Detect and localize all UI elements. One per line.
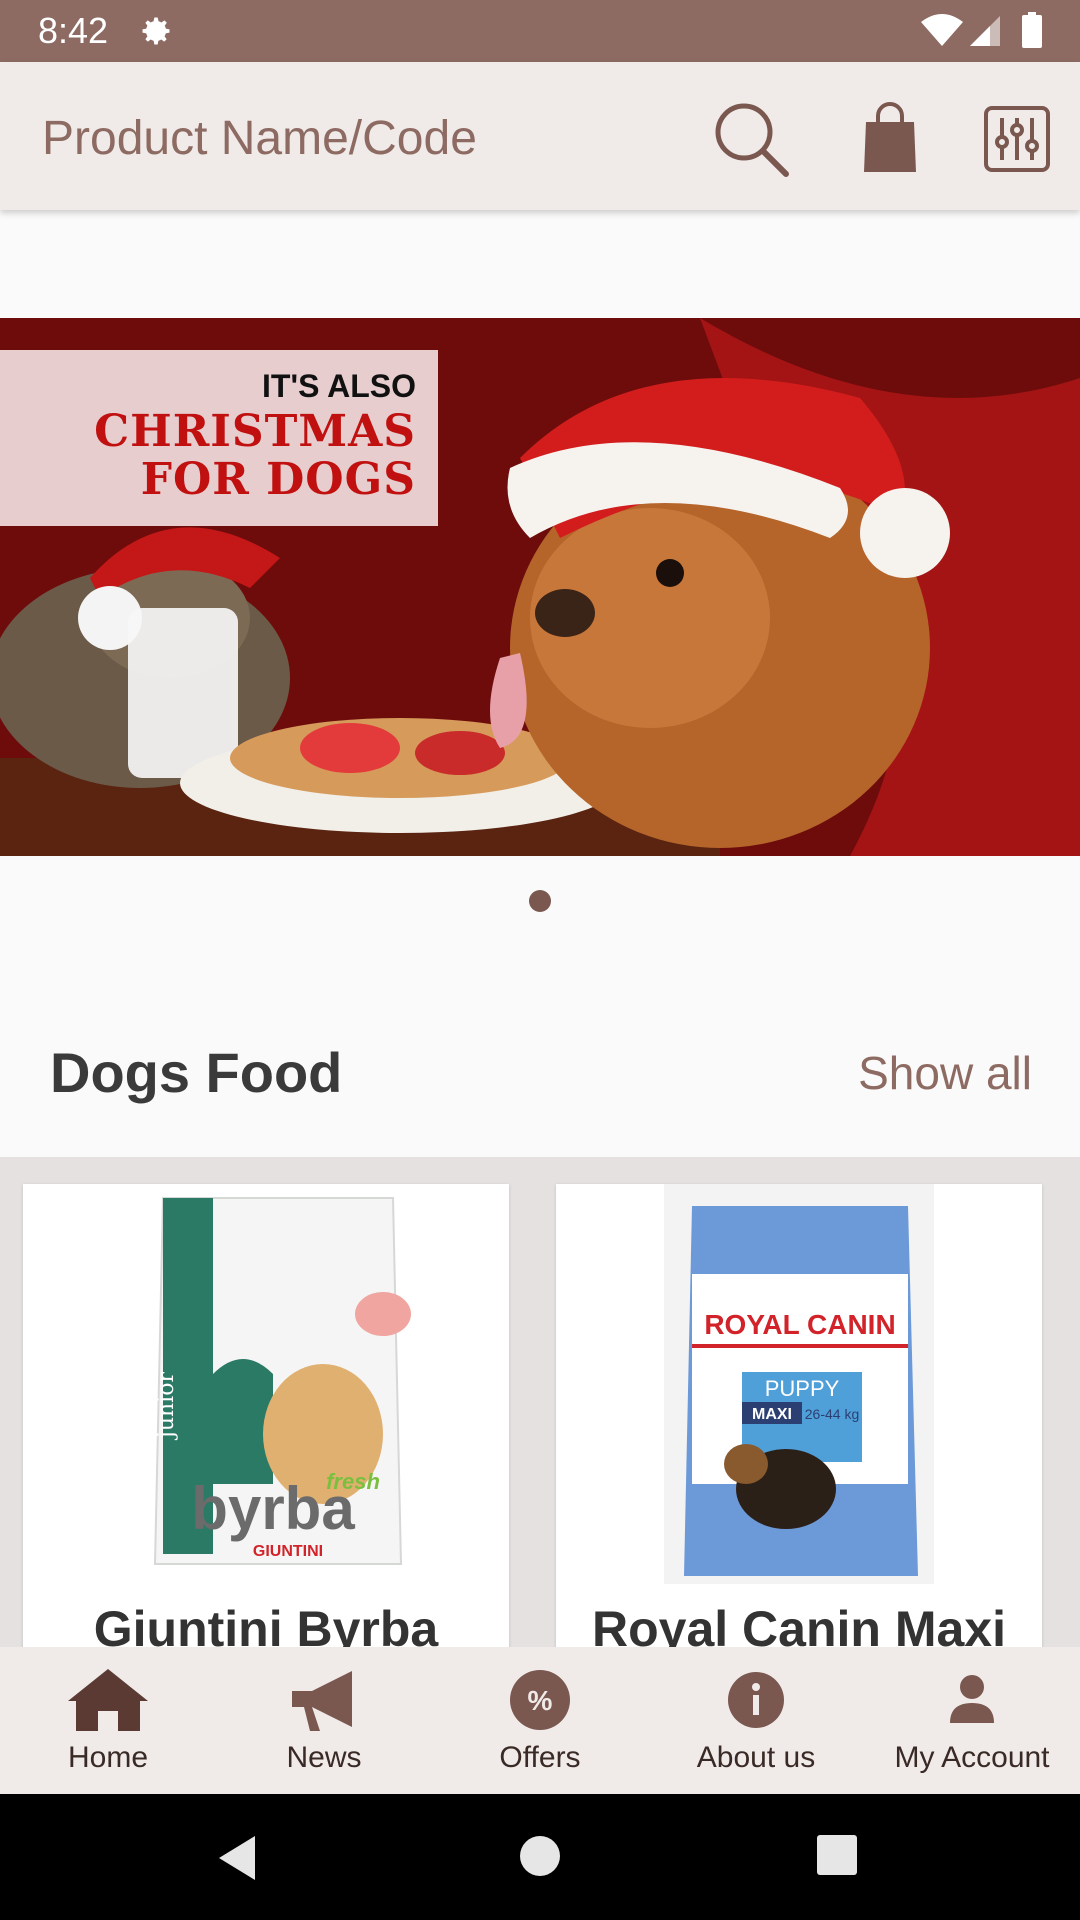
filter-sliders-icon[interactable] bbox=[984, 106, 1050, 172]
product-tag-text: junior bbox=[154, 1372, 179, 1441]
system-navigation-bar bbox=[0, 1794, 1080, 1920]
wifi-icon bbox=[921, 14, 963, 46]
status-time: 8:42 bbox=[38, 10, 109, 51]
nav-label-account: My Account bbox=[894, 1741, 1050, 1774]
home-icon bbox=[68, 1669, 148, 1731]
product-name: Giuntini Byrba bbox=[93, 1601, 439, 1647]
nav-label-offers: Offers bbox=[499, 1741, 581, 1774]
product-card[interactable]: ROYAL CANIN PUPPY MAXI 26-44 kg Royal Ca… bbox=[556, 1184, 1042, 1647]
cell-signal-icon bbox=[970, 16, 1000, 46]
bottom-navigation: Home News % Offers About us My Account bbox=[0, 1647, 1080, 1794]
product-image: ROYAL CANIN PUPPY MAXI 26-44 kg bbox=[664, 1184, 934, 1584]
info-icon bbox=[728, 1672, 784, 1728]
nav-label-news: News bbox=[286, 1741, 362, 1774]
percent-badge-icon: % bbox=[510, 1670, 570, 1730]
nav-item-about[interactable]: About us bbox=[648, 1647, 864, 1794]
recents-square-icon[interactable] bbox=[816, 1834, 858, 1876]
show-all-link[interactable]: Show all bbox=[858, 1046, 1032, 1100]
shopping-bag-icon[interactable] bbox=[862, 102, 918, 174]
back-icon[interactable] bbox=[215, 1834, 259, 1882]
product-name: Royal Canin Maxi bbox=[592, 1601, 1006, 1647]
product-maker-text: GIUNTINI bbox=[253, 1543, 323, 1560]
top-search-bar bbox=[0, 62, 1080, 210]
banner-caption: IT'S ALSO CHRISTMAS FOR DOGS bbox=[0, 350, 438, 526]
svg-text:%: % bbox=[528, 1685, 553, 1716]
nav-label-home: Home bbox=[67, 1741, 149, 1774]
product-image: junior byrba fresh GIUNTINI bbox=[153, 1197, 411, 1565]
home-circle-icon[interactable] bbox=[518, 1834, 562, 1878]
product-card[interactable]: junior byrba fresh GIUNTINI Giuntini Byr… bbox=[23, 1184, 509, 1647]
product-brand-text: ROYAL CANIN bbox=[704, 1309, 895, 1340]
nav-label-about: About us bbox=[696, 1741, 816, 1774]
promo-banner[interactable]: IT'S ALSO CHRISTMAS FOR DOGS bbox=[0, 318, 1080, 856]
carousel-indicator-dot[interactable] bbox=[529, 890, 551, 912]
banner-caption-line2: CHRISTMAS FOR DOGS bbox=[94, 408, 416, 504]
megaphone-icon bbox=[292, 1671, 352, 1731]
nav-item-offers[interactable]: % Offers bbox=[432, 1647, 648, 1794]
product-list: junior byrba fresh GIUNTINI Giuntini Byr… bbox=[0, 1157, 1080, 1647]
battery-icon bbox=[1022, 12, 1042, 48]
product-size-text: MAXI bbox=[752, 1406, 792, 1423]
nav-item-account[interactable]: My Account bbox=[864, 1647, 1080, 1794]
search-input[interactable] bbox=[42, 108, 662, 168]
banner-caption-christmas: CHRISTMAS bbox=[94, 406, 416, 457]
product-fresh-text: fresh bbox=[326, 1469, 380, 1494]
banner-caption-line1: IT'S ALSO bbox=[262, 368, 416, 404]
search-icon[interactable] bbox=[712, 100, 790, 178]
status-bar: 8:42 bbox=[0, 0, 1080, 62]
settings-gear-icon bbox=[142, 17, 170, 45]
nav-item-news[interactable]: News bbox=[216, 1647, 432, 1794]
product-weight-text: 26-44 kg bbox=[805, 1406, 859, 1422]
section-title: Dogs Food bbox=[50, 1041, 343, 1104]
nav-item-home[interactable]: Home bbox=[0, 1647, 216, 1794]
banner-caption-for-dogs: FOR DOGS bbox=[140, 454, 416, 505]
product-line-text: PUPPY bbox=[765, 1376, 840, 1401]
person-icon bbox=[950, 1675, 994, 1723]
